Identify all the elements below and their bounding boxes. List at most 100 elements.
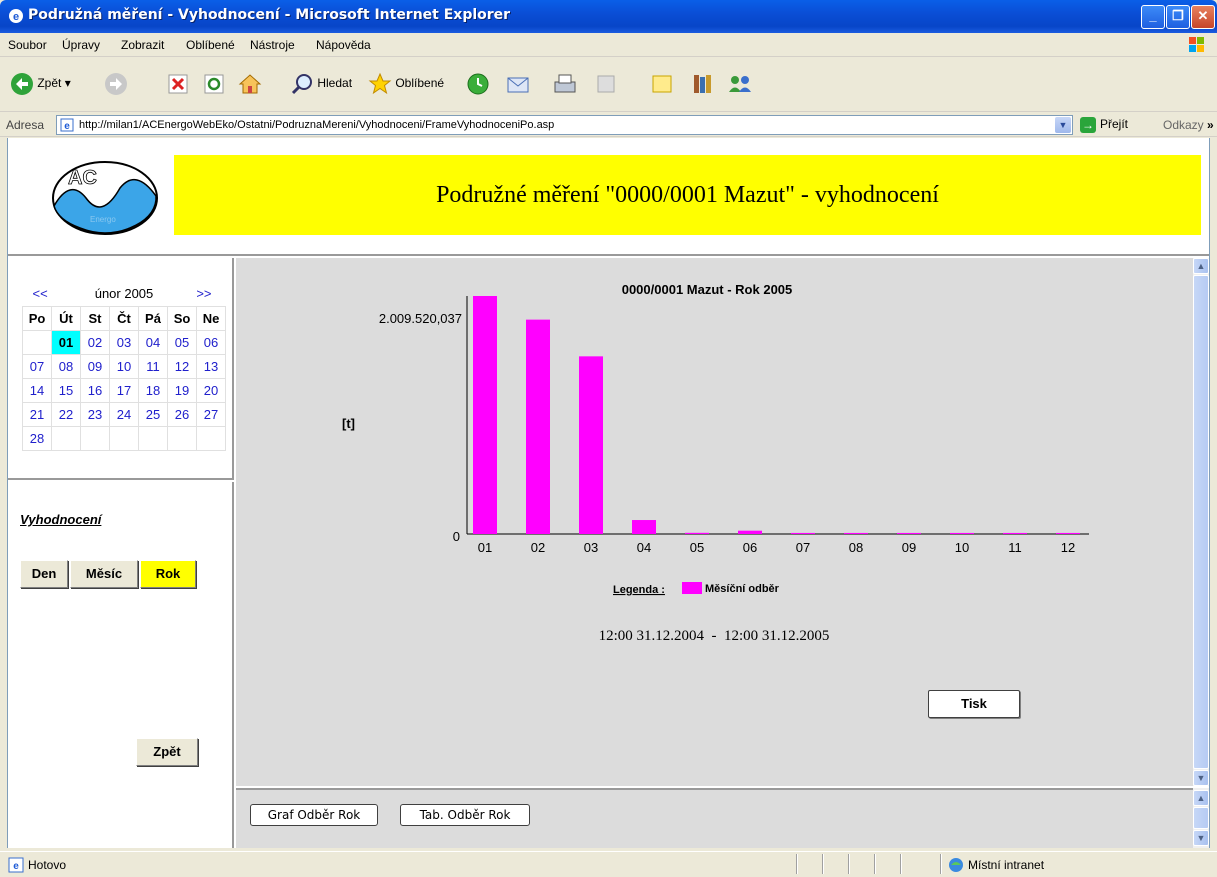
- calendar-day[interactable]: 23: [80, 402, 110, 427]
- calendar-empty-cell: [138, 426, 168, 451]
- status-bar: e Hotovo Místní intranet: [0, 851, 1217, 877]
- calendar-day[interactable]: 27: [196, 402, 226, 427]
- menu-file[interactable]: Soubor: [8, 38, 47, 52]
- scroll-up-icon[interactable]: ▲: [1193, 258, 1209, 274]
- calendar-day[interactable]: 03: [109, 330, 139, 355]
- calendar-day[interactable]: 13: [196, 354, 226, 379]
- year-button[interactable]: Rok: [140, 560, 196, 588]
- calendar-day[interactable]: 14: [22, 378, 52, 403]
- research-icon[interactable]: [690, 72, 714, 96]
- minimize-button[interactable]: _: [1141, 5, 1165, 29]
- page-done-icon: e: [8, 857, 24, 873]
- calendar-day[interactable]: 12: [167, 354, 197, 379]
- calendar-day[interactable]: 18: [138, 378, 168, 403]
- address-dropdown-icon[interactable]: ▼: [1055, 117, 1071, 133]
- calendar-day[interactable]: 10: [109, 354, 139, 379]
- day-button[interactable]: Den: [20, 560, 68, 588]
- go-button[interactable]: → Přejít: [1080, 117, 1128, 133]
- calendar-day[interactable]: 04: [138, 330, 168, 355]
- scroll-thumb[interactable]: [1193, 275, 1209, 769]
- print-icon[interactable]: [552, 72, 578, 96]
- scroll-down-icon[interactable]: ▼: [1193, 830, 1209, 846]
- calendar-day[interactable]: 19: [167, 378, 197, 403]
- scroll-down-icon[interactable]: ▼: [1193, 770, 1209, 786]
- x-tick-label: 06: [743, 540, 757, 555]
- x-tick-label: 09: [902, 540, 916, 555]
- menu-edit[interactable]: Úpravy: [62, 38, 100, 52]
- scroll-up-icon[interactable]: ▲: [1193, 790, 1209, 806]
- month-button[interactable]: Měsíc: [70, 560, 138, 588]
- calendar-weekday: So: [167, 306, 197, 331]
- print-button[interactable]: Tisk: [928, 690, 1020, 718]
- bar-05: [685, 532, 709, 534]
- tabs-scrollbar[interactable]: ▲ ▼: [1193, 788, 1209, 848]
- edit-icon[interactable]: [596, 74, 616, 94]
- calendar-day[interactable]: 25: [138, 402, 168, 427]
- calendar-day[interactable]: 08: [51, 354, 81, 379]
- links-button[interactable]: Odkazy »: [1163, 118, 1214, 132]
- calendar-day[interactable]: 06: [196, 330, 226, 355]
- x-tick-label: 10: [955, 540, 969, 555]
- refresh-icon[interactable]: [204, 74, 224, 94]
- x-tick-label: 07: [796, 540, 810, 555]
- calendar-day[interactable]: 15: [51, 378, 81, 403]
- chart-period: 12:00 31.12.2004 - 12:00 31.12.2005: [599, 628, 830, 644]
- back-arrow-icon: [11, 73, 33, 95]
- home-icon[interactable]: [238, 72, 262, 96]
- messenger-icon[interactable]: [726, 72, 754, 96]
- calendar-day[interactable]: 05: [167, 330, 197, 355]
- address-input[interactable]: e http://milan1/ACEnergoWebEko/Ostatni/P…: [56, 115, 1073, 135]
- year-chart: 0000/0001 Mazut - Rok 2005 [t] 2.009.520…: [342, 282, 1089, 644]
- menu-favorites[interactable]: Oblíbené: [186, 38, 235, 52]
- bar-11: [1003, 532, 1027, 534]
- calendar-day[interactable]: 26: [167, 402, 197, 427]
- calendar-day[interactable]: 21: [22, 402, 52, 427]
- discuss-icon[interactable]: [650, 72, 674, 96]
- logo-subtext: Energo: [90, 215, 116, 224]
- calendar-day[interactable]: 11: [138, 354, 168, 379]
- favorites-label: Oblíbené: [395, 76, 445, 91]
- toolbar: Zpět ▾ Hledat Oblíbené: [0, 58, 1217, 112]
- calendar-prev-link[interactable]: <<: [33, 286, 48, 301]
- y-axis-label: [t]: [342, 416, 355, 431]
- forward-arrow-icon[interactable]: [104, 72, 128, 96]
- svg-text:e: e: [13, 11, 19, 23]
- window-titlebar[interactable]: e Podružná měření - Vyhodnocení - Micros…: [0, 0, 1217, 33]
- graph-year-button[interactable]: Graf Odběr Rok: [250, 804, 378, 826]
- x-tick-label: 04: [637, 540, 651, 555]
- back-page-button[interactable]: Zpět: [136, 738, 198, 766]
- bar-01: [473, 296, 497, 534]
- mail-icon[interactable]: [506, 72, 534, 96]
- calendar-day[interactable]: 07: [22, 354, 52, 379]
- bar-02: [526, 319, 550, 534]
- stop-icon[interactable]: [168, 74, 188, 94]
- calendar-empty-cell: [196, 426, 226, 451]
- favorites-button[interactable]: Oblíbené: [368, 72, 444, 96]
- search-button[interactable]: Hledat: [290, 72, 352, 96]
- menu-tools[interactable]: Nástroje: [250, 38, 295, 52]
- calendar-day[interactable]: 02: [80, 330, 110, 355]
- back-button[interactable]: Zpět ▾: [10, 72, 71, 96]
- calendar-next-link[interactable]: >>: [196, 286, 211, 301]
- calendar-day[interactable]: 01: [51, 330, 81, 355]
- calendar-day[interactable]: 16: [80, 378, 110, 403]
- calendar-day[interactable]: 22: [51, 402, 81, 427]
- x-tick-label: 11: [1008, 540, 1022, 555]
- calendar-day[interactable]: 24: [109, 402, 139, 427]
- calendar-day[interactable]: 28: [22, 426, 52, 451]
- menu-help[interactable]: Nápověda: [316, 38, 371, 52]
- calendar-day[interactable]: 17: [109, 378, 139, 403]
- menu-view[interactable]: Zobrazit: [121, 38, 164, 52]
- history-icon[interactable]: [466, 72, 490, 96]
- close-button[interactable]: ✕: [1191, 5, 1215, 29]
- bar-09: [897, 532, 921, 534]
- address-label: Adresa: [6, 118, 45, 132]
- y-tick-zero: 0: [453, 529, 460, 544]
- scroll-thumb[interactable]: [1193, 807, 1209, 829]
- calendar-day[interactable]: 20: [196, 378, 226, 403]
- search-icon: [291, 74, 312, 95]
- maximize-button[interactable]: ❐: [1166, 5, 1190, 29]
- calendar-day[interactable]: 09: [80, 354, 110, 379]
- table-year-button[interactable]: Tab. Odběr Rok: [400, 804, 530, 826]
- chart-scrollbar[interactable]: ▲ ▼: [1193, 258, 1209, 786]
